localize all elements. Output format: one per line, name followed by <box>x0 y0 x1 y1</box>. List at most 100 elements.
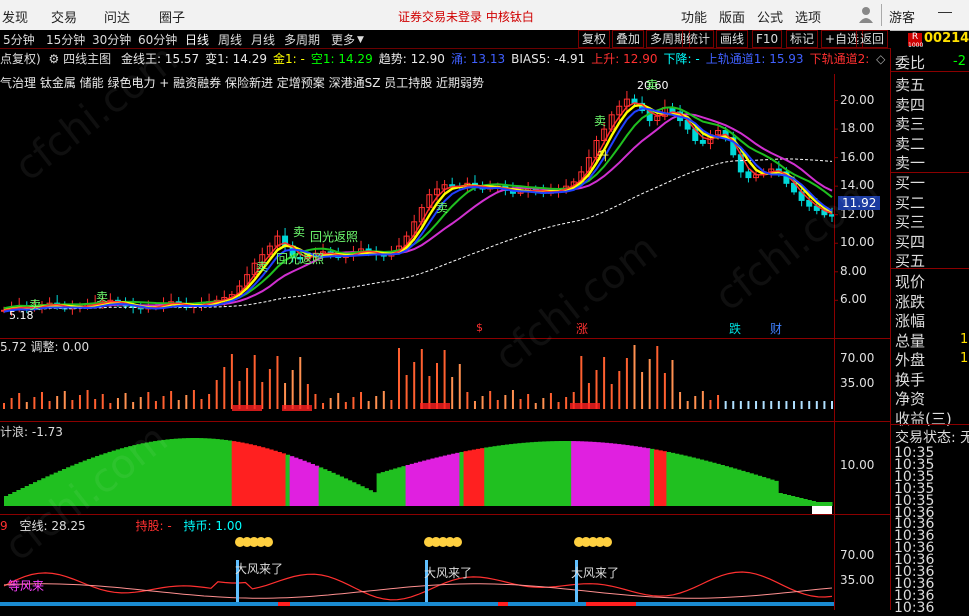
event-marker-dollar[interactable]: $ <box>476 321 483 334</box>
osc-bar <box>513 443 518 506</box>
user-icon[interactable] <box>858 6 874 23</box>
oscillator-panel[interactable] <box>0 422 834 514</box>
draw-button[interactable]: 画线 <box>716 30 749 48</box>
osc-bar <box>331 472 336 506</box>
price-tick: 8.00 <box>840 263 867 278</box>
osc-bar <box>173 438 179 506</box>
period-5min[interactable]: 5分钟 <box>3 31 35 48</box>
menu-circle[interactable]: 圈子 <box>159 7 185 26</box>
osc-bar <box>372 492 378 506</box>
f10-button[interactable]: F10 <box>752 30 783 48</box>
tick-time: 10:36 <box>894 599 935 616</box>
osc-bar <box>235 441 241 506</box>
period-monthly[interactable]: 月线 <box>251 31 275 48</box>
osc-bar <box>157 440 162 506</box>
menu-discover[interactable]: 发现 <box>2 7 28 26</box>
osc-bar <box>24 486 30 506</box>
login-status-text[interactable]: 证券交易未登录 中核钛白 <box>398 8 534 25</box>
osc-bar <box>475 448 481 506</box>
menu-options[interactable]: 选项 <box>795 7 821 26</box>
osc-bar <box>451 453 456 506</box>
osc-bar <box>711 462 717 506</box>
event-marker-fall[interactable]: 跌 <box>729 320 741 337</box>
osc-bar <box>620 444 626 506</box>
back-button[interactable]: 返回 <box>856 30 889 48</box>
osc-bar <box>397 467 402 506</box>
stats-button[interactable]: 统计 <box>682 30 715 48</box>
vol-tick: 35.00 <box>840 376 875 390</box>
menu-function[interactable]: 功能 <box>681 7 707 26</box>
osc-bar <box>803 499 808 506</box>
period-15min[interactable]: 15分钟 <box>46 31 85 48</box>
osc-bar <box>244 443 249 506</box>
period-60min[interactable]: 60分钟 <box>138 31 177 48</box>
gold-line <box>3 103 833 312</box>
sell-level-label: 卖二 <box>895 134 926 153</box>
signal-coin-icon <box>263 537 273 547</box>
osc-bar <box>720 464 725 506</box>
wei-bi-value: -2 <box>953 54 966 69</box>
osc-bar <box>728 467 734 506</box>
osc-bar <box>691 457 696 506</box>
osc-bar <box>211 438 216 506</box>
close-icon[interactable]: ◇ <box>876 52 885 66</box>
mark-button[interactable]: 标记 <box>786 30 819 48</box>
osc-bar <box>32 482 38 506</box>
osc-bar <box>471 449 477 506</box>
event-marker-rise[interactable]: 涨 <box>576 320 588 337</box>
osc-bar <box>633 446 638 506</box>
settings-icon[interactable]: ⚙ <box>49 52 60 66</box>
osc-bar <box>438 456 444 506</box>
period-more[interactable]: 更多 <box>331 31 355 48</box>
osc-bar <box>144 442 150 506</box>
period-daily[interactable]: 日线 <box>185 31 209 48</box>
osc-bar <box>107 451 113 506</box>
osc-bar <box>347 480 353 506</box>
sell-signal: 卖 <box>646 78 659 92</box>
osc-bar <box>740 470 746 506</box>
menu-formula[interactable]: 公式 <box>757 7 783 26</box>
indicator-value: 金1: - <box>273 52 305 66</box>
osc-bar <box>277 452 282 506</box>
osc-bar <box>765 478 771 506</box>
signal-panel[interactable] <box>0 530 834 610</box>
osc-bar <box>12 491 17 506</box>
period-multi[interactable]: 多周期 <box>284 31 320 48</box>
osc-bar <box>202 438 208 506</box>
adjust-mode-label: 点复权) <box>0 52 41 66</box>
osc-bar <box>430 458 436 506</box>
osc-bar <box>260 447 266 506</box>
osc-bar <box>446 454 452 506</box>
osc-bar <box>812 506 832 514</box>
osc-bar <box>268 449 274 506</box>
osc-bar <box>666 451 672 506</box>
sell-signal: 卖 <box>29 298 42 312</box>
osc-bar <box>41 478 46 506</box>
minimize-icon[interactable] <box>938 12 952 13</box>
volume-panel[interactable] <box>0 339 834 421</box>
menu-trade[interactable]: 交易 <box>51 7 77 26</box>
pullback-label: 回光返照 <box>310 230 359 244</box>
osc-bar <box>774 480 779 506</box>
guest-button[interactable]: 游客 <box>889 7 915 26</box>
osc-bar <box>355 484 361 506</box>
adjust-button[interactable]: 复权 <box>578 30 611 48</box>
osc-bar <box>567 441 572 506</box>
period-30min[interactable]: 30分钟 <box>92 31 131 48</box>
more-chevron-icon[interactable]: ▼ <box>357 35 364 45</box>
sell-signal: 卖 <box>436 201 449 215</box>
osc-bar <box>136 444 142 506</box>
osc-bar <box>223 439 229 506</box>
osc-bar <box>103 453 108 506</box>
osc-bar <box>496 445 502 506</box>
osc-bar <box>239 442 245 506</box>
period-weekly[interactable]: 周线 <box>218 31 242 48</box>
overlay-button[interactable]: 叠加 <box>612 30 645 48</box>
menu-layout[interactable]: 版面 <box>719 7 745 26</box>
event-marker-finance[interactable]: 财 <box>770 320 782 337</box>
osc-bar <box>699 459 705 506</box>
menu-wenda[interactable]: 问达 <box>104 7 130 26</box>
buy-level-label: 买四 <box>895 232 926 251</box>
indicator-name[interactable]: 四线主图 <box>63 52 111 66</box>
osc-bar <box>687 456 692 506</box>
